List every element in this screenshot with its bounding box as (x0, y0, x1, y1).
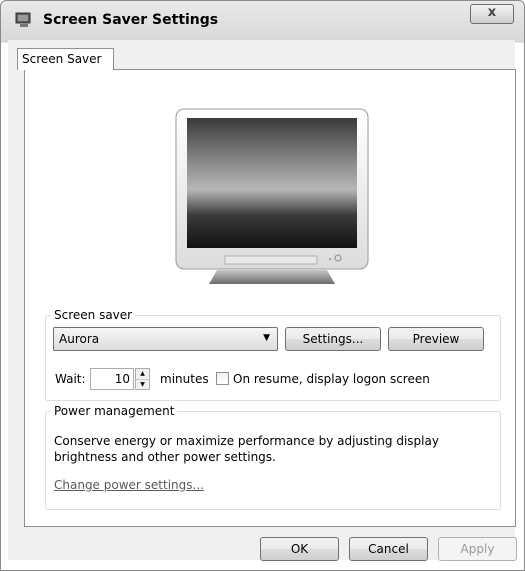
window-title: Screen Saver Settings (43, 12, 219, 28)
preview-button[interactable]: Preview (388, 327, 484, 351)
title-bar[interactable]: Screen Saver Settings x (1, 1, 524, 39)
screen-saver-group-label: Screen saver (54, 308, 133, 322)
power-management-group-label: Power management (54, 404, 175, 418)
wait-label: Wait: (55, 372, 86, 386)
chevron-down-icon: ▼ (263, 333, 270, 343)
close-icon: x (487, 5, 497, 20)
screen-saver-select[interactable]: Aurora ▼ (53, 327, 278, 351)
change-power-settings-link[interactable]: Change power settings... (54, 478, 204, 492)
power-description-line1: Conserve energy or maximize performance … (54, 434, 439, 448)
ok-button[interactable]: OK (260, 537, 339, 561)
screen-saver-selected-value: Aurora (59, 332, 100, 346)
tab-screen-saver[interactable]: Screen Saver (17, 48, 114, 70)
minutes-label: minutes (160, 372, 209, 386)
resume-logon-checkbox[interactable] (216, 372, 229, 385)
apply-button: Apply (438, 537, 517, 561)
power-description-line2: brightness and other power settings. (54, 450, 276, 464)
settings-button[interactable]: Settings... (285, 327, 381, 351)
resume-logon-label[interactable]: On resume, display logon screen (233, 372, 430, 386)
wait-minutes-input[interactable]: 10 (90, 368, 134, 390)
cancel-button[interactable]: Cancel (349, 537, 428, 561)
close-button[interactable]: x (470, 4, 514, 24)
monitor-preview-image (175, 108, 369, 284)
wait-spinner[interactable]: ▲ ▼ (135, 368, 150, 390)
spin-down-icon[interactable]: ▼ (136, 380, 149, 390)
spin-up-icon[interactable]: ▲ (136, 369, 149, 380)
screen-saver-app-icon (15, 12, 31, 27)
